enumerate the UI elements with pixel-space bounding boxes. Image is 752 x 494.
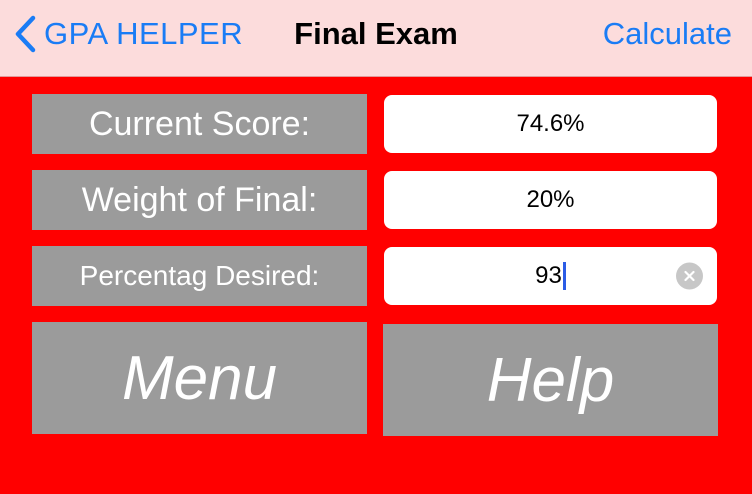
navigation-bar: GPA HELPER Final Exam Calculate bbox=[0, 0, 752, 77]
percentage-desired-field[interactable]: 93 bbox=[384, 247, 717, 305]
calculate-button[interactable]: Calculate bbox=[603, 14, 732, 54]
current-score-label: Current Score: bbox=[32, 94, 367, 154]
percentage-desired-label: Percentag Desired: bbox=[32, 246, 367, 306]
weight-of-final-label: Weight of Final: bbox=[32, 170, 367, 230]
current-score-field[interactable]: 74.6% bbox=[384, 95, 717, 153]
help-button[interactable]: Help bbox=[383, 324, 718, 436]
percentage-desired-value: 93 bbox=[535, 262, 562, 289]
chevron-left-icon bbox=[14, 15, 36, 53]
weight-of-final-value: 20% bbox=[526, 186, 575, 213]
help-button-label: Help bbox=[486, 345, 615, 415]
current-score-label-text: Current Score: bbox=[88, 104, 311, 143]
weight-of-final-label-text: Weight of Final: bbox=[81, 180, 318, 219]
back-button[interactable]: GPA HELPER bbox=[14, 14, 243, 54]
clear-circle-icon[interactable] bbox=[676, 262, 703, 290]
menu-button[interactable]: Menu bbox=[32, 322, 367, 434]
weight-of-final-field[interactable]: 20% bbox=[384, 171, 717, 229]
current-score-value: 74.6% bbox=[516, 110, 585, 137]
menu-button-label: Menu bbox=[121, 343, 278, 413]
text-cursor bbox=[562, 262, 566, 290]
percentage-desired-label-text: Percentag Desired: bbox=[79, 260, 320, 291]
back-button-label: GPA HELPER bbox=[44, 16, 244, 51]
